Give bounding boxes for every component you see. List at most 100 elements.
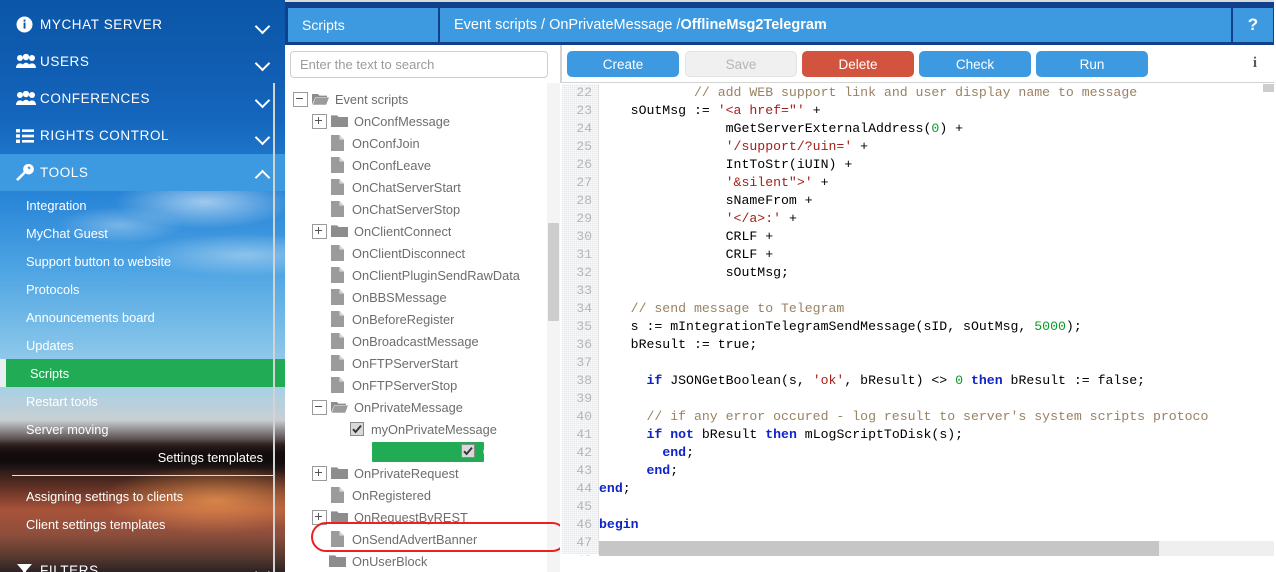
code-line[interactable]: mGetServerExternalAddress(0) + [599, 120, 1263, 138]
code-token: then [765, 427, 797, 442]
run-button[interactable]: Run [1036, 51, 1148, 77]
code-line[interactable]: sNameFrom + [599, 192, 1263, 210]
tree-item-myOnPrivateMessage[interactable]: myOnPrivateMessage [285, 418, 547, 440]
code-line[interactable]: // if any error occured - log result to … [599, 408, 1263, 426]
code-line[interactable]: // add WEB support link and user display… [599, 84, 1263, 102]
tree-item-OnChatServerStop[interactable]: OnChatServerStop [285, 198, 547, 220]
code-line[interactable]: end; [599, 480, 1263, 498]
code-text-area[interactable]: // add WEB support link and user display… [599, 84, 1263, 554]
expand-toggle-icon[interactable] [312, 465, 327, 481]
tree-item-OnConfLeave[interactable]: OnConfLeave [285, 154, 547, 176]
code-line[interactable]: CRLF + [599, 246, 1263, 264]
chevron-up-icon[interactable] [255, 165, 271, 181]
checkbox-checked-icon[interactable] [459, 444, 478, 458]
checkbox-checked-icon[interactable] [347, 422, 366, 436]
sidebar-item-client-settings-templates[interactable]: Client settings templates [0, 510, 285, 538]
sidebar-group-conferences[interactable]: CONFERENCES [0, 80, 285, 117]
code-editor[interactable]: 22 23 24 25 26 27 28 29 30 31 32 33 34 35 36 37 38 39 40 41… [562, 84, 1276, 572]
sidebar-item-scripts[interactable]: Scripts [0, 359, 285, 387]
tree-item-OnRegistered[interactable]: OnRegistered [285, 484, 547, 506]
tree-item-OnBeforeRegister[interactable]: OnBeforeRegister [285, 308, 547, 330]
sidebar-item-restart-tools[interactable]: Restart tools [0, 387, 285, 415]
tree-item-OnBBSMessage[interactable]: OnBBSMessage [285, 286, 547, 308]
code-line[interactable]: sOutMsg := '<a href="' + [599, 102, 1263, 120]
code-line[interactable]: '</a>:' + [599, 210, 1263, 228]
code-line[interactable]: if not bResult then mLogScriptToDisk(s); [599, 426, 1263, 444]
code-line[interactable]: bResult := true; [599, 336, 1263, 354]
collapse-toggle-icon[interactable] [293, 91, 308, 107]
funnel-icon [16, 563, 40, 572]
help-button[interactable]: ? [1233, 8, 1273, 42]
expand-toggle-icon[interactable] [312, 223, 327, 239]
chevron-down-icon[interactable] [255, 91, 271, 107]
tree-item-label: OnConfMessage [354, 113, 451, 129]
code-line[interactable]: // send message to Telegram [599, 300, 1263, 318]
sidebar-item-server-moving[interactable]: Server moving [0, 415, 285, 443]
code-line[interactable]: '/support/?uin=' + [599, 138, 1263, 156]
chevron-down-icon[interactable] [255, 54, 271, 70]
expand-toggle-icon[interactable] [312, 509, 327, 525]
check-button[interactable]: Check [919, 51, 1031, 77]
sidebar-item-integration[interactable]: Integration [0, 191, 285, 219]
line-number: 34 [576, 301, 592, 316]
sidebar-group-rights-control[interactable]: RIGHTS CONTROL [0, 117, 285, 154]
editor-horizontal-scrollbar[interactable] [599, 541, 1263, 556]
tree-item-OnBroadcastMessage[interactable]: OnBroadcastMessage [285, 330, 547, 352]
file-icon [328, 135, 347, 151]
sidebar-item-protocols[interactable]: Protocols [0, 275, 285, 303]
sidebar-item-updates[interactable]: Updates [0, 331, 285, 359]
sidebar-group-mychat-server[interactable]: MYCHAT SERVER [0, 6, 285, 43]
tree-item-OnRequestByREST[interactable]: OnRequestByREST [285, 506, 547, 528]
code-line[interactable]: sOutMsg; [599, 264, 1263, 282]
editor-hscroll-thumb[interactable] [599, 541, 1159, 556]
tree-scrollbar-thumb[interactable] [548, 223, 559, 321]
collapse-toggle-icon[interactable] [312, 399, 327, 415]
tree-item-OnUserBlock[interactable]: OnUserBlock [285, 550, 547, 572]
tree-item-OfflineMsg2Telegram[interactable]: OfflineMsg2Telegram [285, 440, 547, 462]
code-line[interactable]: end; [599, 444, 1263, 462]
tree-item-OnConfJoin[interactable]: OnConfJoin [285, 132, 547, 154]
code-line[interactable]: if JSONGetBoolean(s, 'ok', bResult) <> 0… [599, 372, 1263, 390]
code-token: '/support/?uin=' [725, 139, 853, 154]
tree-item-OnFTPServerStop[interactable]: OnFTPServerStop [285, 374, 547, 396]
chevron-down-icon[interactable] [255, 128, 271, 144]
sidebar-group-users[interactable]: USERS [0, 43, 285, 80]
tree-item-OnClientPluginSendRawData[interactable]: OnClientPluginSendRawData [285, 264, 547, 286]
code-line[interactable]: end; [599, 462, 1263, 480]
delete-button[interactable]: Delete [802, 51, 914, 77]
sidebar-item-mychat-guest[interactable]: MyChat Guest [0, 219, 285, 247]
info-i-icon[interactable]: i [1248, 55, 1262, 75]
chevron-down-icon[interactable] [255, 563, 271, 572]
header-section-tab[interactable]: Scripts [288, 8, 438, 42]
sidebar-item-announcements-board[interactable]: Announcements board [0, 303, 285, 331]
tree-item-OnClientDisconnect[interactable]: OnClientDisconnect [285, 242, 547, 264]
code-line[interactable]: begin [599, 516, 1263, 534]
sidebar-group-tools[interactable]: TOOLS [0, 154, 285, 191]
tree-item-OnClientConnect[interactable]: OnClientConnect [285, 220, 547, 242]
line-number: 25 [576, 139, 592, 154]
code-line[interactable]: s := mIntegrationTelegramSendMessage(sID… [599, 318, 1263, 336]
sidebar-item-assigning-settings-to-clients[interactable]: Assigning settings to clients [0, 482, 285, 510]
code-line[interactable]: '&silent">' + [599, 174, 1263, 192]
search-input[interactable]: Enter the text to search [290, 51, 548, 78]
tree-item-OnConfMessage[interactable]: OnConfMessage [285, 110, 547, 132]
code-line[interactable]: IntToStr(iUIN) + [599, 156, 1263, 174]
tree-item-OnChatServerStart[interactable]: OnChatServerStart [285, 176, 547, 198]
create-button[interactable]: Create [567, 51, 679, 77]
tree-item-Event scripts[interactable]: Event scripts [285, 88, 547, 110]
code-line[interactable] [599, 282, 1263, 300]
sidebar-group-filters[interactable]: FILTERS [0, 552, 285, 572]
tree-item-OnSendAdvertBanner[interactable]: OnSendAdvertBanner [285, 528, 547, 550]
sidebar-item-support-button-to-website[interactable]: Support button to website [0, 247, 285, 275]
tree-vertical-scrollbar[interactable] [547, 83, 560, 572]
file-icon [328, 179, 347, 195]
tree-item-OnPrivateMessage[interactable]: OnPrivateMessage [285, 396, 547, 418]
chevron-down-icon[interactable] [255, 17, 271, 33]
tree-item-OnPrivateRequest[interactable]: OnPrivateRequest [285, 462, 547, 484]
code-line[interactable] [599, 390, 1263, 408]
expand-toggle-icon[interactable] [312, 113, 327, 129]
tree-item-OnFTPServerStart[interactable]: OnFTPServerStart [285, 352, 547, 374]
code-line[interactable] [599, 354, 1263, 372]
code-line[interactable] [599, 498, 1263, 516]
code-line[interactable]: CRLF + [599, 228, 1263, 246]
